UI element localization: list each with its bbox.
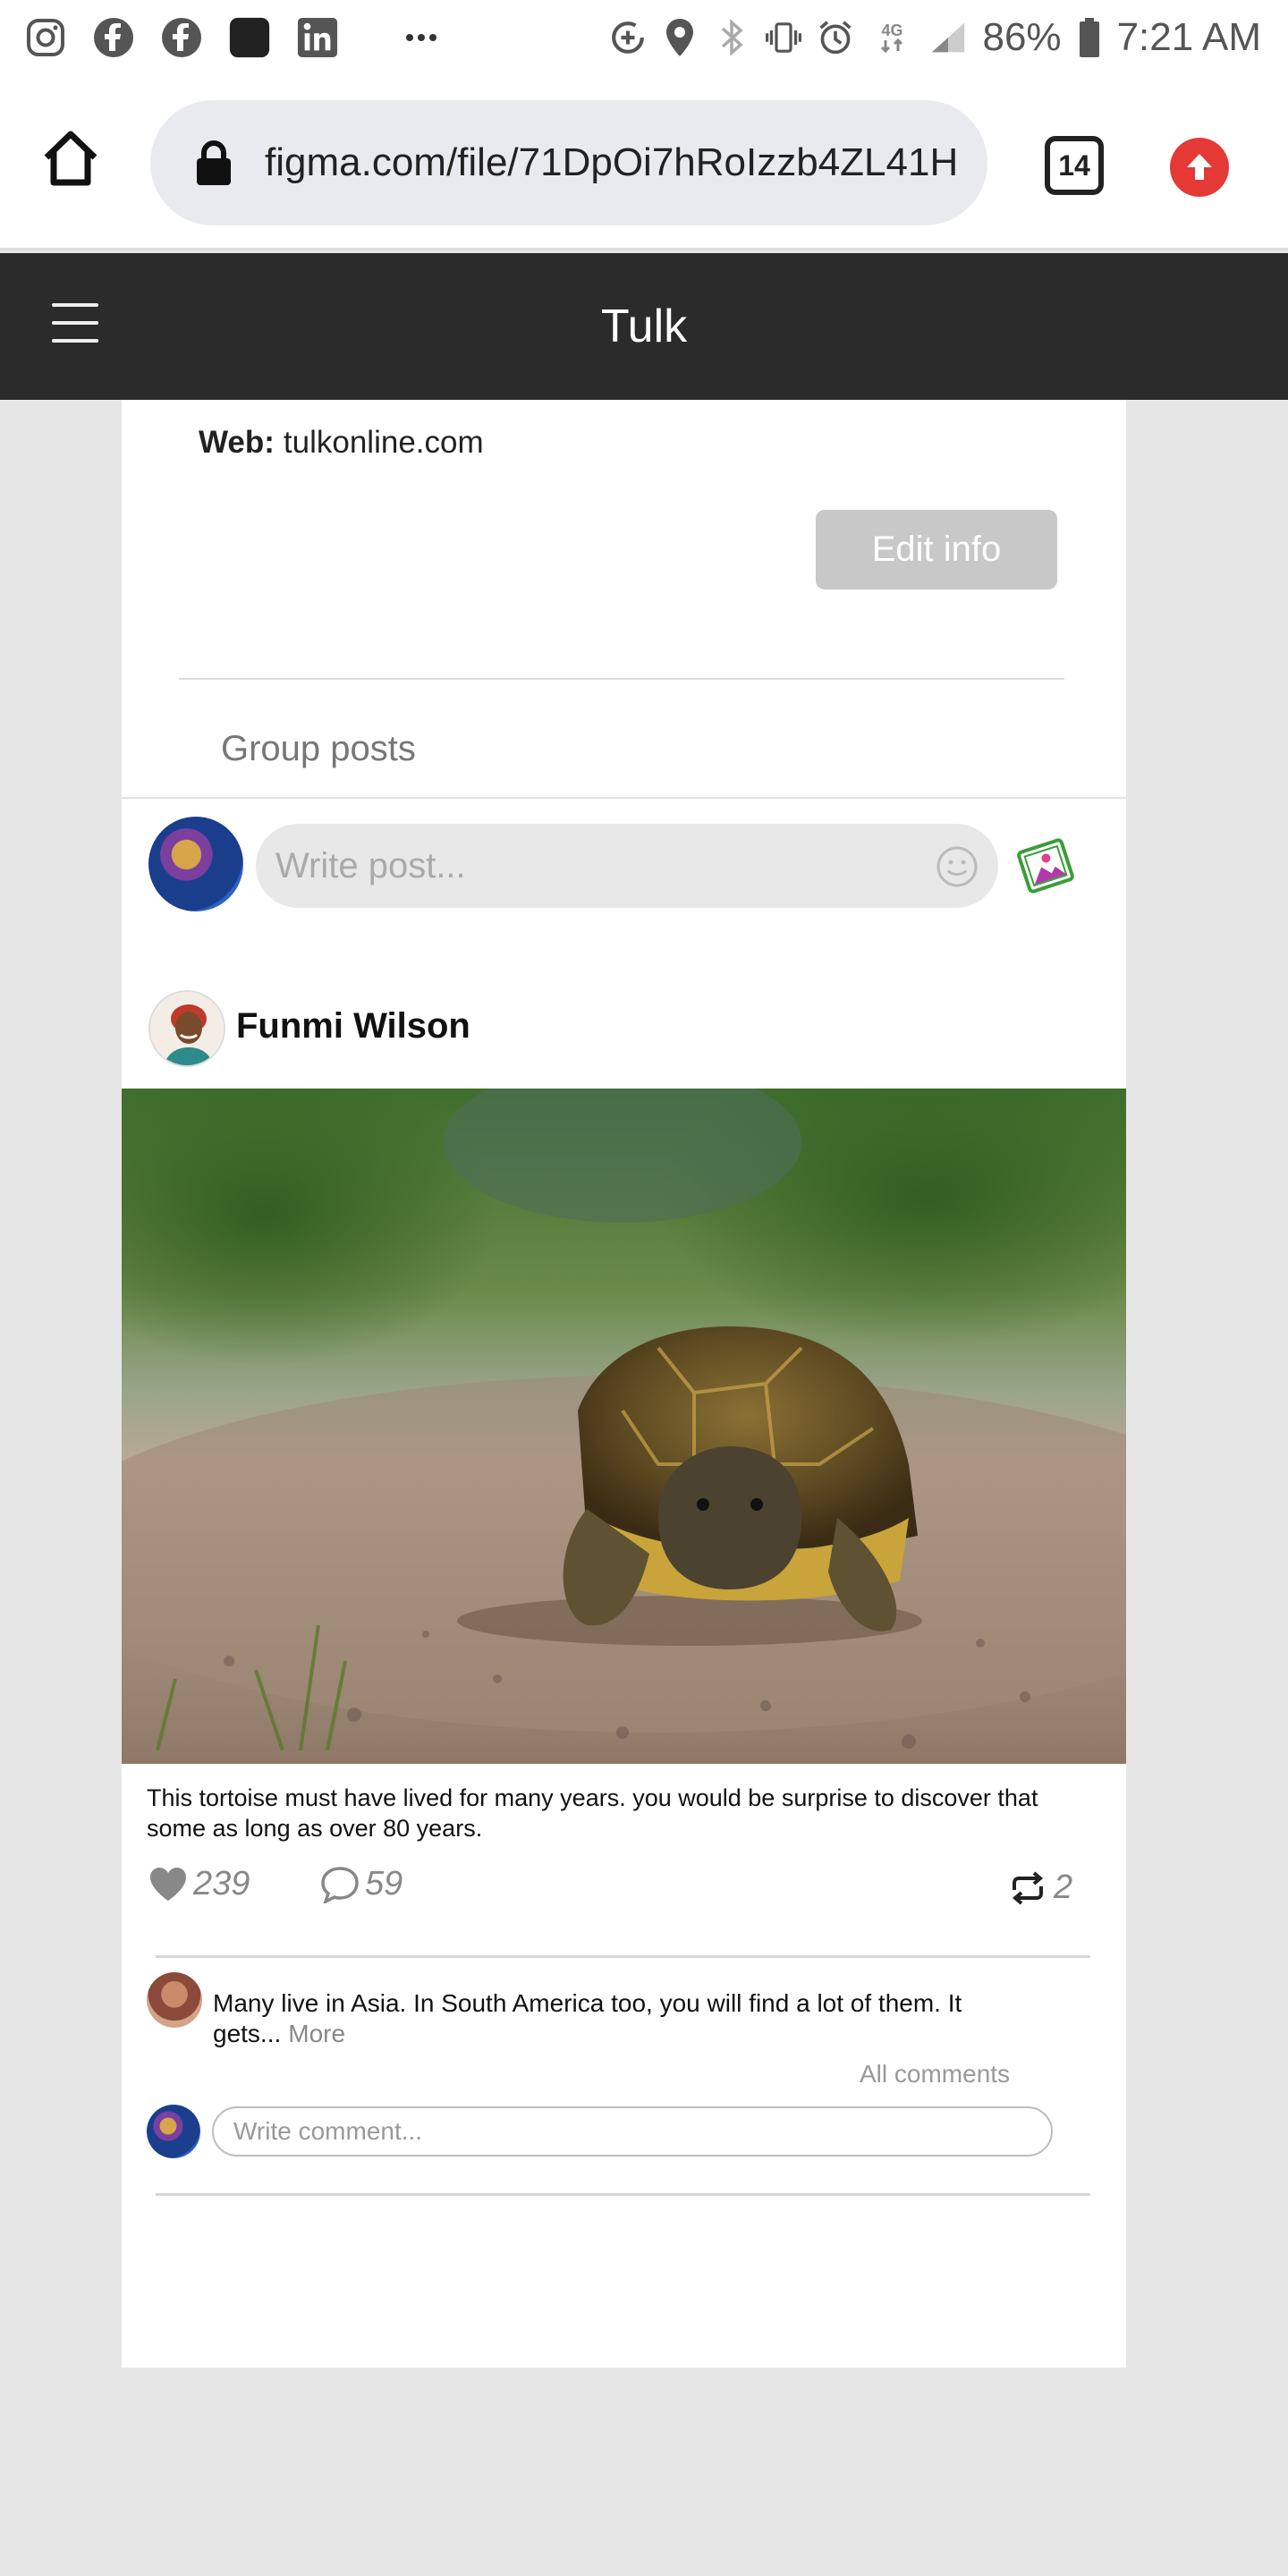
web-label: Web: [199,425,275,460]
comment-count: 59 [365,1865,403,1902]
author-photo [150,992,224,1065]
divider [156,2193,1090,2196]
web-info: Web: tulkonline.com [199,425,484,461]
avatar[interactable] [148,817,243,911]
emoji-icon[interactable] [936,845,979,888]
linkedin-icon [297,17,338,58]
home-button[interactable] [39,127,111,199]
location-icon [662,18,698,57]
instagram-icon [25,17,66,58]
menu-line [52,321,98,325]
lock-icon [197,140,231,185]
post-caption: This tortoise must have lived for many y… [147,1784,1038,1842]
avatar[interactable] [147,2105,200,2158]
home-icon [44,131,97,186]
author-name[interactable]: Funmi Wilson [236,1006,470,1046]
arrow-up-icon [1187,154,1212,180]
more-icon [401,17,442,58]
facebook-icon [161,17,202,58]
network-icon: 4G [869,18,914,57]
alarm-icon [818,18,853,57]
menu-line [52,303,98,307]
web-value[interactable]: tulkonline.com [284,425,484,460]
section-title: Group posts [221,729,416,768]
bluetooth-icon [714,18,750,57]
divider [156,1955,1090,1958]
app-title: Tulk [600,301,688,352]
browser-toolbar: figma.com/file/71DpOi7hRoIzzb4ZL41H 14 [0,75,1288,250]
menu-line [52,339,98,343]
url-bar[interactable]: figma.com/file/71DpOi7hRoIzzb4ZL41H [150,100,987,225]
comment-text: Many live in Asia. In South America too,… [213,1988,1018,2049]
app-header: Tulk [0,253,1288,400]
commenter-avatar[interactable] [147,1972,202,2028]
like-count: 239 [193,1865,250,1902]
url-text: figma.com/file/71DpOi7hRoIzzb4ZL41H [265,140,959,184]
comment-button[interactable]: 59 [320,1865,402,1903]
share-button[interactable]: 2 [1007,1868,1072,1907]
data-saver-icon [610,18,646,57]
add-image-icon[interactable] [1013,833,1079,899]
heart-icon [150,1867,186,1901]
menu-button[interactable] [52,303,98,343]
repost-icon [1012,1870,1044,1905]
post-image[interactable] [122,1089,1126,1764]
clock: 7:21 AM [1116,15,1261,59]
status-right: 4G 86% 7:21 AM [610,0,1261,75]
status-bar: 4G 86% 7:21 AM [0,0,1288,75]
post-composer[interactable] [256,824,998,908]
network-label: 4G [881,21,903,39]
battery-icon [1078,18,1101,57]
more-link[interactable]: More [288,2020,345,2047]
write-comment-input[interactable] [212,2106,1053,2157]
tab-switcher-button[interactable]: 14 [1045,136,1104,195]
signal-icon [930,18,966,57]
tortoise-photo [122,1089,1126,1764]
all-comments-link[interactable]: All comments [860,2060,1010,2089]
comment-icon [321,1866,359,1903]
facebook-icon [93,17,134,58]
divider [122,797,1126,799]
author-avatar[interactable] [148,990,225,1067]
edit-info-button[interactable]: Edit info [816,510,1057,589]
like-button[interactable]: 239 [148,1865,250,1903]
tab-count: 14 [1058,148,1090,182]
divider [179,678,1064,680]
group-card: Web: tulkonline.com Edit info Group posts… [122,400,1126,2368]
app-icon [229,17,270,58]
update-button[interactable] [1170,138,1229,197]
share-count: 2 [1054,1868,1073,1906]
battery-percent: 86% [982,15,1062,59]
write-post-input[interactable] [275,845,884,886]
vibrate-icon [766,18,802,57]
